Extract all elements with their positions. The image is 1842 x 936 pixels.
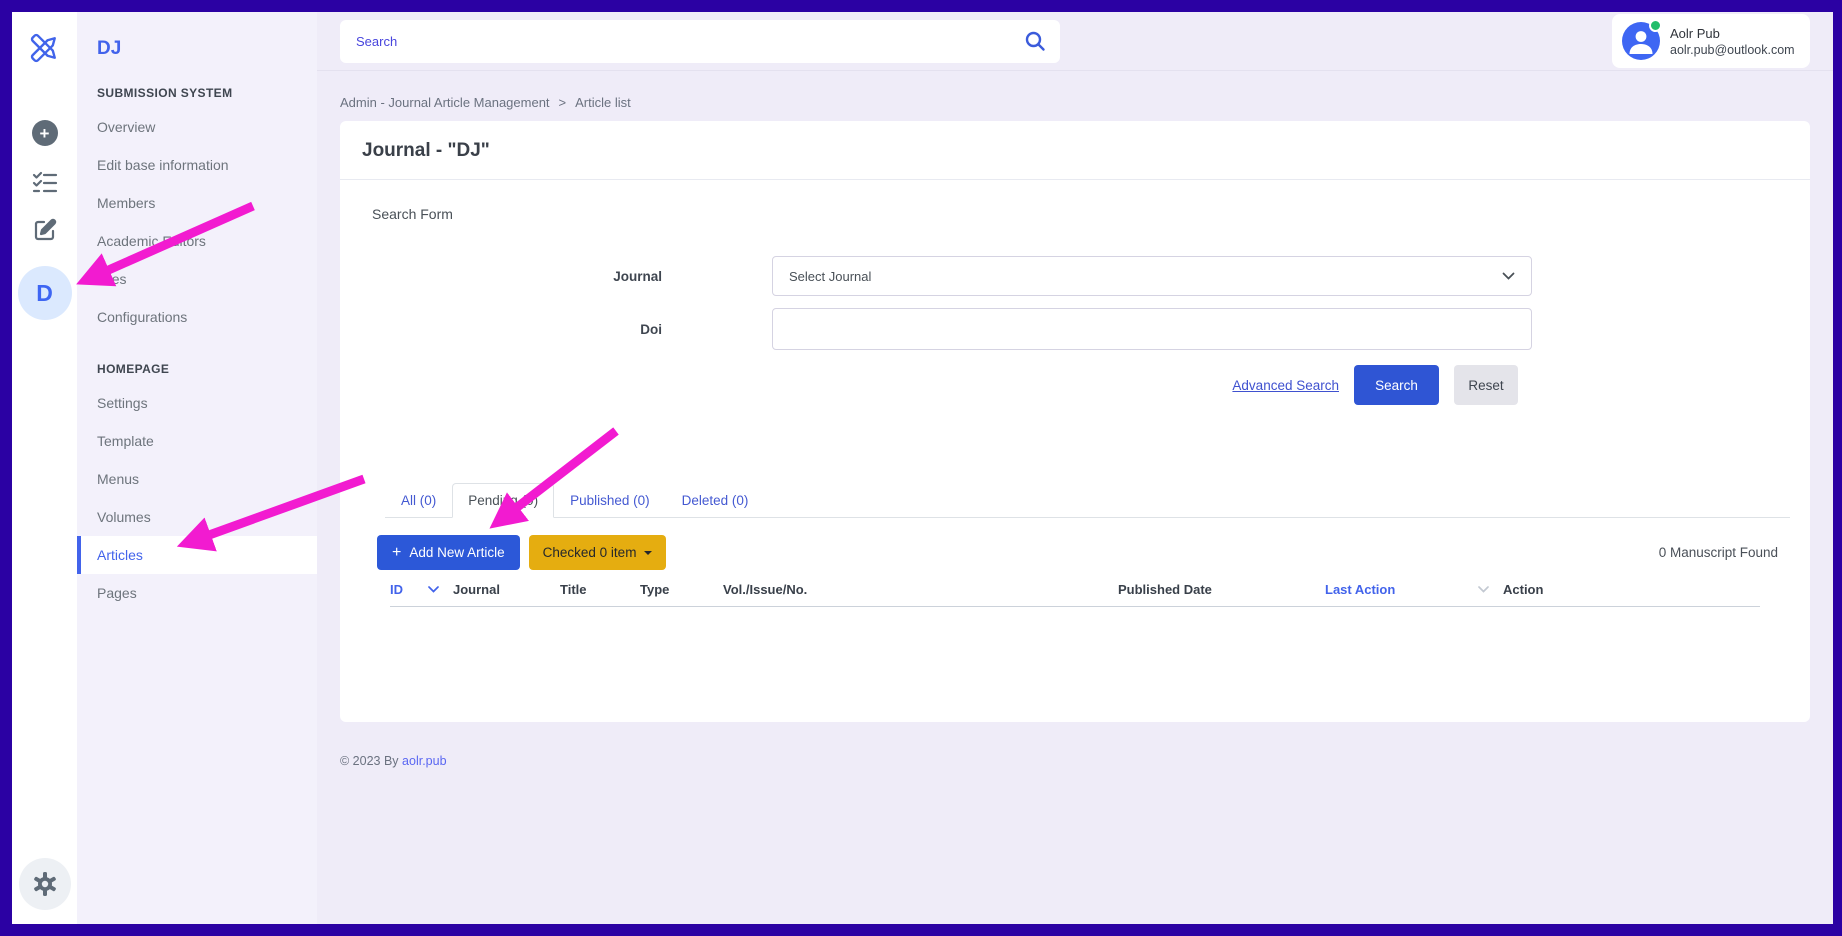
sidebar-section-submission-system: SUBMISSION SYSTEM	[77, 86, 317, 100]
column-header-id[interactable]: ID	[390, 582, 453, 597]
doi-form-row: Doi	[372, 308, 1778, 350]
manuscript-count: 0 Manuscript Found	[1659, 545, 1778, 560]
tab-all[interactable]: All (0)	[385, 483, 452, 518]
sidebar-item-volumes[interactable]: Volumes	[77, 498, 317, 536]
search-form-actions: Advanced Search Search Reset	[372, 365, 1532, 405]
breadcrumb: Admin - Journal Article Management > Art…	[340, 95, 1810, 110]
page-title: Journal - "DJ"	[362, 140, 1788, 162]
add-circle-icon[interactable]: +	[32, 120, 58, 146]
sidebar-item-menus[interactable]: Menus	[77, 460, 317, 498]
edit-pencil-icon[interactable]	[33, 218, 57, 242]
journal-field-label: Journal	[372, 269, 662, 284]
column-header-journal: Journal	[453, 582, 560, 597]
column-header-title: Title	[560, 582, 640, 597]
user-email: aolr.pub@outlook.com	[1670, 43, 1795, 57]
online-status-dot	[1649, 19, 1662, 32]
reset-button[interactable]: Reset	[1454, 365, 1518, 405]
search-input[interactable]	[340, 20, 1060, 63]
doi-input[interactable]	[772, 308, 1532, 350]
checklist-icon[interactable]	[32, 170, 58, 194]
caret-down-icon	[644, 551, 652, 555]
search-icon[interactable]	[1024, 30, 1046, 57]
global-search	[340, 20, 1060, 63]
checked-items-label: Checked 0 item	[543, 545, 637, 560]
sidebar-item-overview[interactable]: Overview	[77, 108, 317, 146]
user-avatar	[1622, 22, 1660, 60]
journal-select[interactable]: Select Journal	[772, 256, 1532, 296]
advanced-search-link[interactable]: Advanced Search	[1232, 378, 1339, 393]
sidebar-item-pages[interactable]: Pages	[77, 574, 317, 612]
rail-icon-list: + D	[18, 120, 72, 320]
sidebar-item-academic-editors[interactable]: Academic Editors	[77, 222, 317, 260]
main-content: Aolr Pub aolr.pub@outlook.com Admin - Jo…	[317, 12, 1833, 924]
search-form-heading: Search Form	[372, 206, 1778, 222]
icon-rail: + D	[12, 12, 77, 924]
article-status-tabs: All (0) Pending (0) Published (0) Delete…	[385, 483, 1790, 518]
app-window: + D	[12, 12, 1833, 924]
breadcrumb-article-list: Article list	[575, 95, 631, 110]
chevron-down-icon	[1502, 272, 1515, 281]
aolr-pub-link[interactable]: aolr.pub	[402, 754, 446, 768]
copyright-text: © 2023 By	[340, 754, 399, 768]
journal-select-value: Select Journal	[789, 269, 871, 284]
breadcrumb-admin-journal-article-management[interactable]: Admin - Journal Article Management	[340, 95, 550, 110]
doi-field-label: Doi	[372, 322, 662, 337]
sort-chevron-icon	[1478, 586, 1489, 593]
rail-bottom	[19, 858, 71, 910]
journal-form-row: Journal Select Journal	[372, 256, 1778, 296]
column-header-vol-issue-no: Vol./Issue/No.	[723, 582, 1118, 597]
page-footer: © 2023 By aolr.pub	[340, 754, 1810, 768]
sidebar: DJ SUBMISSION SYSTEM Overview Edit base …	[77, 12, 317, 924]
sidebar-journal-title: DJ	[77, 30, 317, 60]
empty-table-body	[372, 607, 1778, 702]
sidebar-list: Settings Template Menus Volumes Articles…	[77, 384, 317, 612]
column-header-last-action[interactable]: Last Action	[1325, 582, 1503, 597]
column-header-type: Type	[640, 582, 723, 597]
topbar: Aolr Pub aolr.pub@outlook.com	[317, 12, 1833, 71]
column-header-published-date: Published Date	[1118, 582, 1325, 597]
sidebar-item-settings[interactable]: Settings	[77, 384, 317, 422]
sidebar-item-edit-base-information[interactable]: Edit base information	[77, 146, 317, 184]
card-body: Search Form Journal Select Journal	[340, 180, 1810, 702]
tab-pending[interactable]: Pending (0)	[452, 483, 554, 518]
search-button[interactable]: Search	[1354, 365, 1439, 405]
sidebar-item-configurations[interactable]: Configurations	[77, 298, 317, 336]
search-form: Journal Select Journal Doi	[372, 256, 1778, 350]
sidebar-section-homepage: HOMEPAGE	[77, 362, 317, 376]
articles-table-header: ID Journal Title Type Vol./Issue/No. Pub…	[390, 582, 1760, 607]
sidebar-item-articles[interactable]: Articles	[77, 536, 317, 574]
sidebar-item-files[interactable]: Files	[77, 260, 317, 298]
add-new-article-button[interactable]: + Add New Article	[377, 535, 520, 570]
add-new-article-label: Add New Article	[409, 545, 504, 560]
list-actions-row: + Add New Article Checked 0 item 0 Manus…	[377, 535, 1778, 570]
user-info: Aolr Pub aolr.pub@outlook.com	[1670, 26, 1795, 57]
tab-published[interactable]: Published (0)	[554, 483, 666, 518]
card-header: Journal - "DJ"	[340, 121, 1810, 180]
app-logo-icon[interactable]	[23, 26, 67, 70]
sort-chevron-icon	[428, 586, 439, 593]
column-header-action: Action	[1503, 582, 1760, 597]
tab-deleted[interactable]: Deleted (0)	[666, 483, 765, 518]
breadcrumb-separator: >	[559, 95, 567, 110]
user-profile-card[interactable]: Aolr Pub aolr.pub@outlook.com	[1612, 14, 1810, 68]
checked-items-dropdown[interactable]: Checked 0 item	[529, 535, 667, 570]
sidebar-item-template[interactable]: Template	[77, 422, 317, 460]
journal-card: Journal - "DJ" Search Form Journal Selec…	[340, 121, 1810, 722]
journal-d-badge[interactable]: D	[18, 266, 72, 320]
plus-icon: +	[392, 545, 401, 561]
sidebar-list: Overview Edit base information Members A…	[77, 108, 317, 336]
user-name: Aolr Pub	[1670, 26, 1795, 41]
sidebar-item-members[interactable]: Members	[77, 184, 317, 222]
settings-gear-icon[interactable]	[19, 858, 71, 910]
screenshot-frame: + D	[0, 0, 1842, 936]
